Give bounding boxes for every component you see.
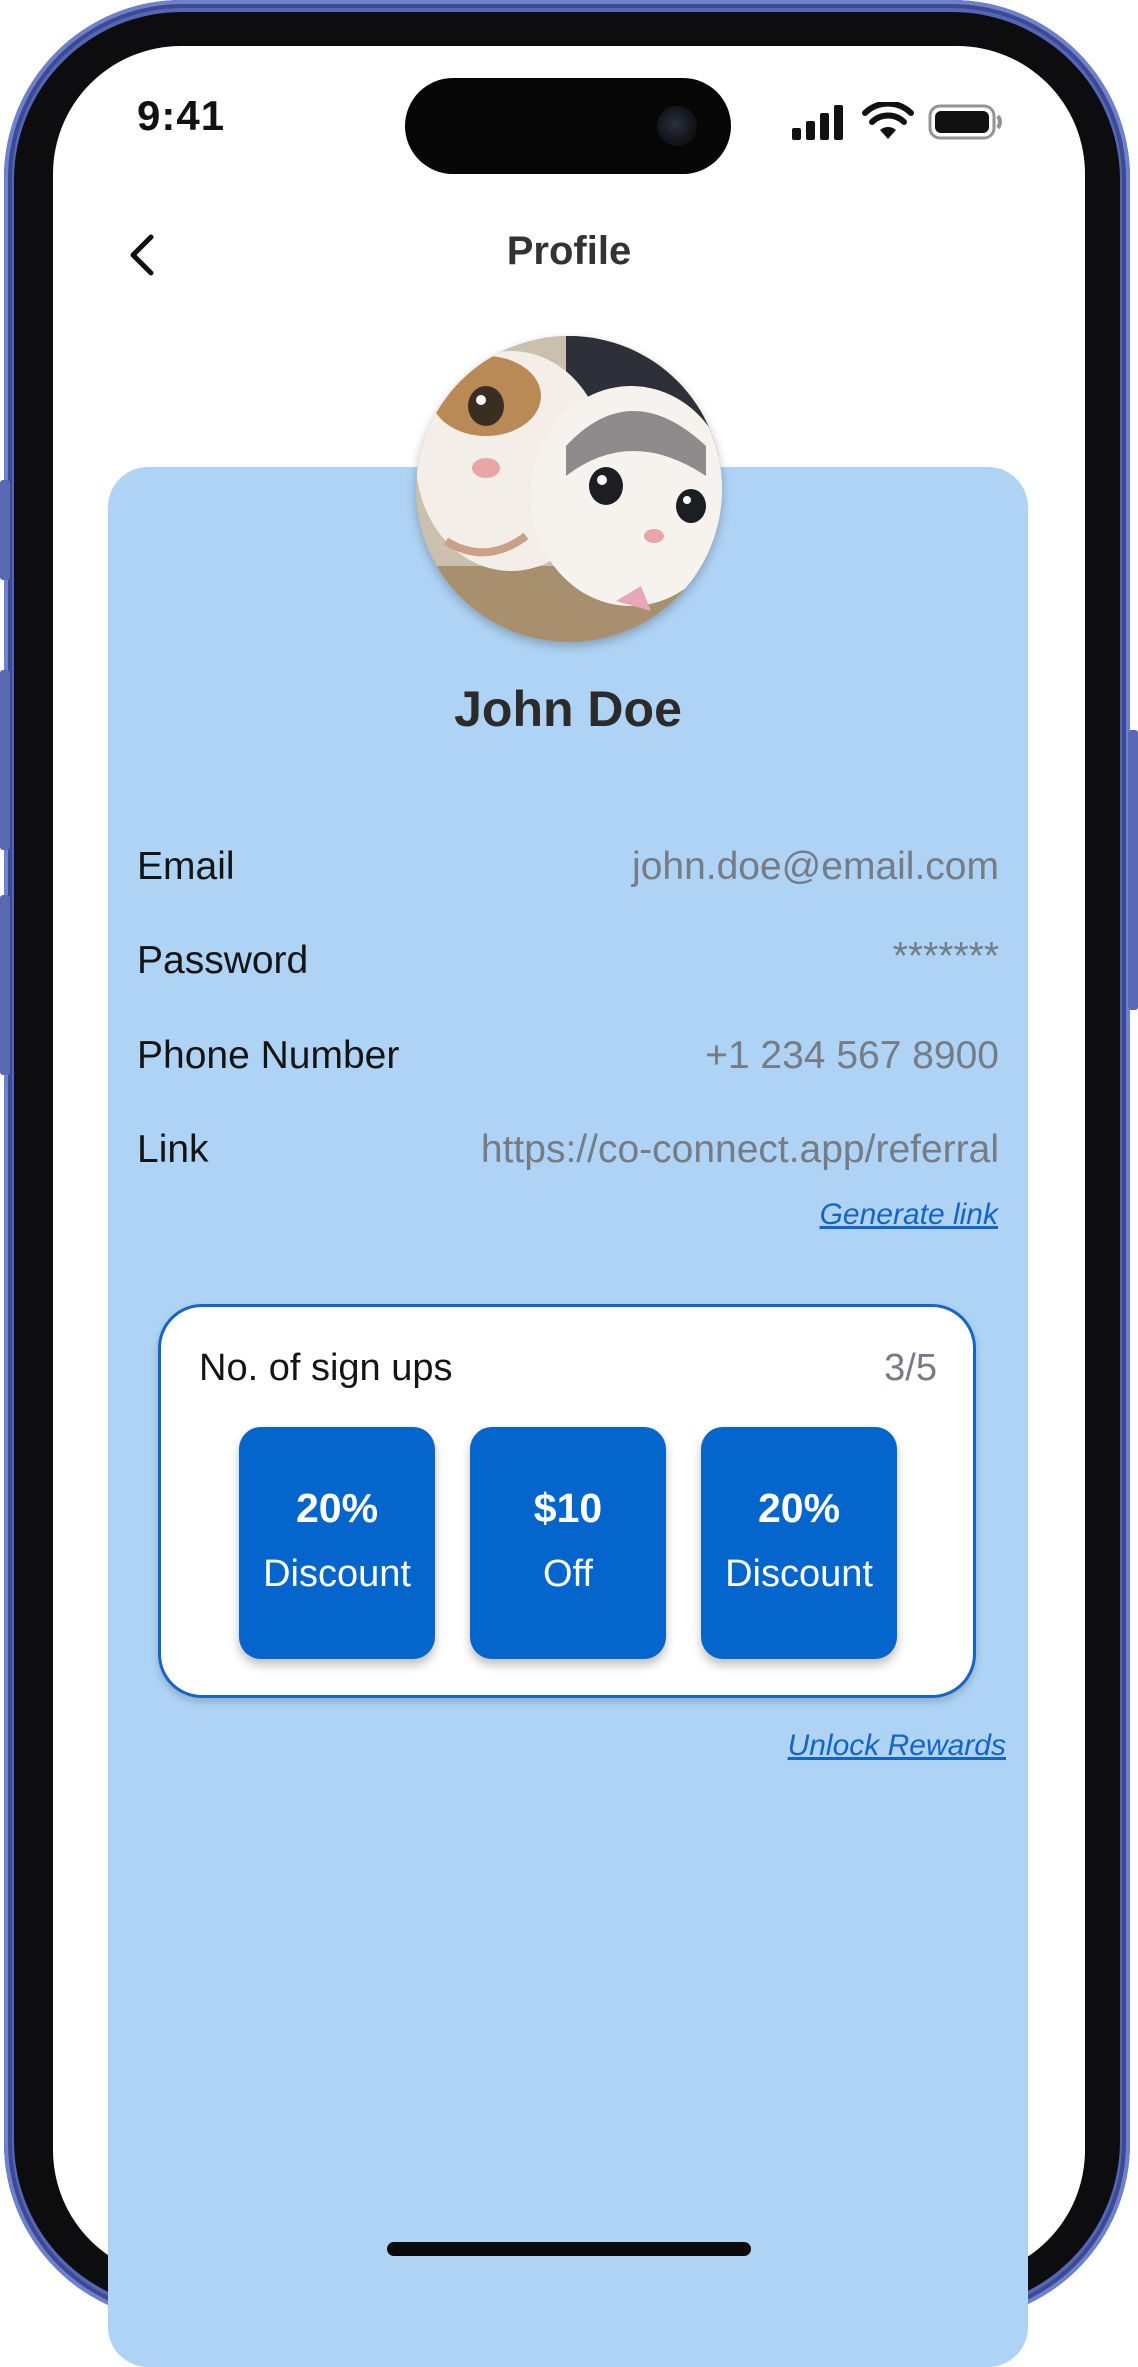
password-value[interactable]: ******* xyxy=(893,935,999,979)
phone-row: Phone Number +1 234 567 8900 xyxy=(137,1034,999,1094)
email-value[interactable]: john.doe@email.com xyxy=(632,845,999,889)
reward-tile[interactable]: 20% Discount xyxy=(239,1427,435,1659)
action-button xyxy=(0,480,10,580)
status-time: 9:41 xyxy=(137,92,226,139)
volume-down-button xyxy=(0,895,10,1075)
reward-desc: Discount xyxy=(263,1553,411,1595)
reward-tile[interactable]: 20% Discount xyxy=(701,1427,897,1659)
reward-tile[interactable]: $10 Off xyxy=(470,1427,666,1659)
password-label: Password xyxy=(137,939,309,982)
link-value[interactable]: https://co-connect.app/referral xyxy=(481,1128,999,1172)
dynamic-island xyxy=(405,78,731,174)
link-row: Link https://co-connect.app/referral xyxy=(137,1128,999,1188)
email-row: Email john.doe@email.com xyxy=(137,845,999,905)
wifi-icon xyxy=(862,102,914,139)
email-label: Email xyxy=(137,845,235,888)
status-icons xyxy=(790,102,1005,142)
avatar-photo xyxy=(416,336,722,642)
phone-value[interactable]: +1 234 567 8900 xyxy=(705,1034,999,1078)
reward-desc: Discount xyxy=(725,1553,873,1595)
reward-amount: 20% xyxy=(757,1485,841,1531)
unlock-rewards-button[interactable]: Unlock Rewards xyxy=(788,1729,1006,1763)
generate-link-button[interactable]: Generate link xyxy=(820,1198,998,1232)
reward-amount: $10 xyxy=(533,1485,603,1531)
power-button xyxy=(1128,730,1138,1010)
signups-count: 3/5 xyxy=(884,1347,937,1389)
profile-name: John Doe xyxy=(454,681,682,737)
phone-label: Phone Number xyxy=(137,1034,400,1077)
rewards-card: No. of sign ups 3/5 20% Discount $10 Off… xyxy=(158,1304,976,1698)
front-camera xyxy=(657,106,697,146)
signups-label: No. of sign ups xyxy=(199,1347,453,1389)
volume-up-button xyxy=(0,670,10,850)
reward-amount: 20% xyxy=(295,1485,379,1531)
home-indicator[interactable] xyxy=(387,2242,751,2256)
reward-desc: Off xyxy=(543,1553,593,1595)
avatar[interactable] xyxy=(416,336,722,642)
header: Profile xyxy=(53,215,1085,295)
battery-icon xyxy=(928,104,1002,140)
password-row: Password ******* xyxy=(137,935,999,999)
page-title: Profile xyxy=(506,229,632,273)
link-label: Link xyxy=(137,1128,209,1171)
signal-icon xyxy=(792,105,843,140)
